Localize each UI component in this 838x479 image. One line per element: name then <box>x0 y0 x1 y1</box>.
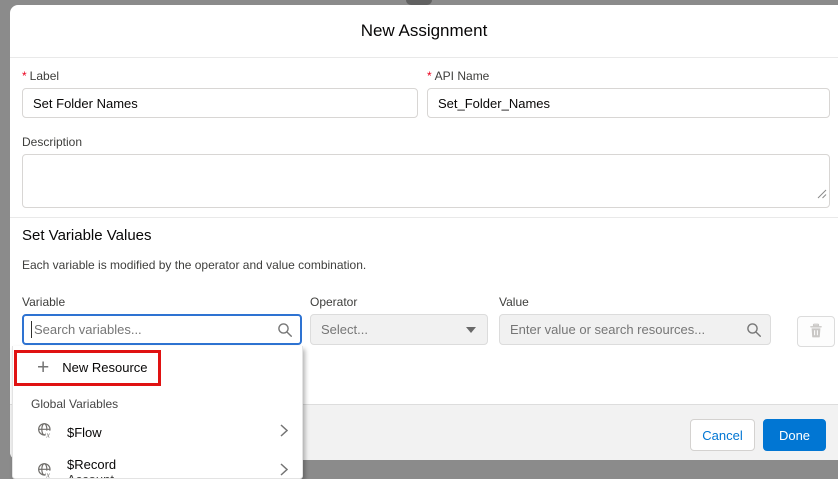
variable-dropdown: + New Resource Global Variables x $Flow <box>12 346 303 479</box>
required-asterisk: * <box>22 69 27 83</box>
description-field-label: Description <box>22 135 830 149</box>
text-cursor <box>31 321 32 338</box>
chevron-right-icon <box>280 424 288 442</box>
search-icon <box>746 322 762 343</box>
done-button[interactable]: Done <box>763 419 826 451</box>
required-asterisk: * <box>427 69 432 83</box>
dropdown-item-label: $Record Account <box>67 457 280 479</box>
dropdown-item-sublabel: Account <box>67 472 280 479</box>
label-input[interactable] <box>22 88 418 118</box>
global-variable-icon: x <box>37 422 53 443</box>
dropdown-item-label: $Flow <box>67 425 280 440</box>
dropdown-item-flow[interactable]: x $Flow <box>13 415 302 450</box>
new-resource-option[interactable]: + New Resource <box>13 346 302 388</box>
variable-field-label: Variable <box>22 295 302 309</box>
label-field-label: *Label <box>22 69 418 83</box>
chevron-right-icon <box>280 463 288 479</box>
plus-icon: + <box>37 357 49 378</box>
modal-header: New Assignment <box>10 5 838 58</box>
section-heading: Set Variable Values <box>22 227 152 244</box>
new-resource-label: New Resource <box>62 360 147 375</box>
operator-select[interactable] <box>310 314 488 345</box>
cancel-button[interactable]: Cancel <box>690 419 755 451</box>
modal-title: New Assignment <box>361 21 488 41</box>
api-name-field-label: *API Name <box>427 69 830 83</box>
dropdown-item-record[interactable]: x $Record Account <box>13 450 302 479</box>
global-variable-icon: x <box>37 462 53 479</box>
chevron-down-icon <box>466 327 476 333</box>
section-subtext: Each variable is modified by the operato… <box>22 258 366 272</box>
svg-text:x: x <box>45 430 50 438</box>
dropdown-group-label: Global Variables <box>13 388 302 415</box>
section-divider <box>10 217 838 218</box>
trash-icon <box>809 323 823 341</box>
api-name-input[interactable] <box>427 88 830 118</box>
search-icon <box>277 322 293 343</box>
variable-search-input[interactable] <box>22 314 302 345</box>
delete-assignment-button[interactable] <box>797 316 835 347</box>
value-field-label: Value <box>499 295 771 309</box>
value-input[interactable] <box>499 314 771 345</box>
svg-text:x: x <box>45 470 50 478</box>
description-textarea[interactable] <box>22 154 830 208</box>
operator-field-label: Operator <box>310 295 488 309</box>
